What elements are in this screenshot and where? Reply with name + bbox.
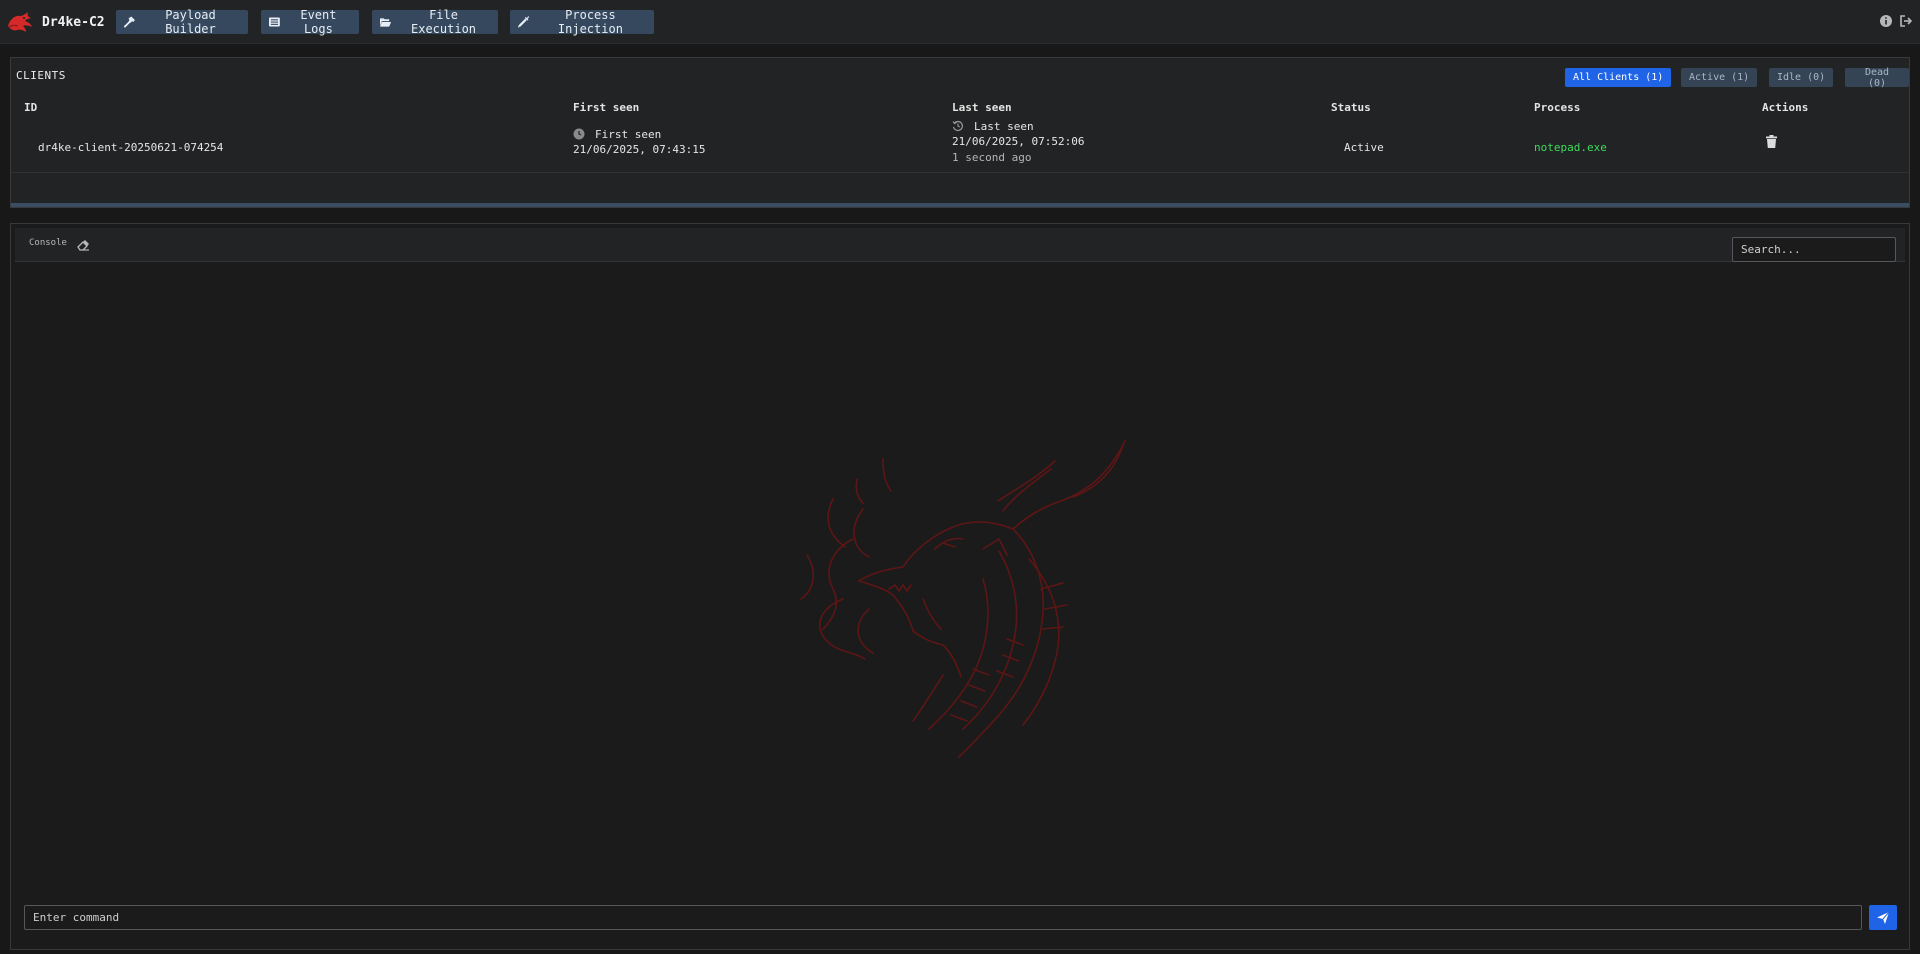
- payload-builder-button[interactable]: Payload Builder: [116, 8, 248, 36]
- send-icon: [1877, 911, 1890, 924]
- clients-panel: CLIENTS All Clients (1) Active (1) Idle …: [10, 57, 1910, 208]
- top-navbar: Dr4ke-C2 Payload Builder Event Logs File…: [0, 0, 1920, 44]
- eraser-icon[interactable]: [77, 239, 89, 251]
- console-search-input[interactable]: [1732, 237, 1896, 262]
- last-seen-label: Last seen: [974, 120, 1034, 133]
- logout-icon[interactable]: [1899, 14, 1913, 28]
- clients-title: CLIENTS: [16, 69, 66, 82]
- file-execution-label: File Execution: [411, 8, 477, 36]
- syringe-icon: [518, 16, 529, 28]
- event-logs-button[interactable]: Event Logs: [261, 8, 359, 36]
- column-header-status[interactable]: Status: [1331, 101, 1371, 114]
- column-header-last-seen[interactable]: Last seen: [952, 101, 1012, 114]
- history-icon: [952, 120, 963, 131]
- column-header-process[interactable]: Process: [1534, 101, 1580, 114]
- filter-active-button[interactable]: Active (1): [1681, 68, 1758, 87]
- console-panel: Console: [10, 223, 1910, 950]
- dragon-watermark-icon: [800, 440, 1126, 758]
- app-title: Dr4ke-C2: [42, 14, 105, 30]
- console-header: Console: [15, 228, 1905, 262]
- column-header-first-seen[interactable]: First seen: [573, 101, 639, 114]
- table-row[interactable]: dr4ke-client-20250621-074254 First seen …: [11, 120, 1909, 173]
- info-icon[interactable]: [1879, 14, 1893, 28]
- status-badge: Active: [1344, 141, 1384, 154]
- filter-dead-button[interactable]: Dead (0): [1845, 67, 1909, 89]
- client-id: dr4ke-client-20250621-074254: [38, 141, 224, 154]
- clock-icon: [573, 128, 585, 140]
- command-input[interactable]: [24, 905, 1862, 930]
- tab-console[interactable]: Console: [29, 238, 67, 248]
- trash-icon[interactable]: [1766, 135, 1777, 148]
- event-logs-label: Event Logs: [300, 8, 337, 36]
- hammer-icon: [124, 16, 135, 28]
- first-seen-label: First seen: [595, 128, 662, 141]
- dragon-logo-icon: [8, 12, 32, 32]
- last-seen-value: 21/06/2025, 07:52:06: [952, 135, 1085, 148]
- first-seen-value: 21/06/2025, 07:43:15: [573, 143, 706, 156]
- send-command-button[interactable]: [1869, 905, 1897, 930]
- list-icon: [269, 17, 280, 27]
- filter-idle-button[interactable]: Idle (0): [1769, 68, 1834, 87]
- process-injection-button[interactable]: Process Injection: [510, 8, 654, 36]
- folder-open-icon: [380, 18, 392, 27]
- file-execution-button[interactable]: File Execution: [372, 8, 498, 36]
- brand[interactable]: Dr4ke-C2: [6, 10, 105, 34]
- column-header-actions: Actions: [1762, 101, 1809, 114]
- process-name: notepad.exe: [1534, 141, 1607, 154]
- filter-all-clients-button[interactable]: All Clients (1): [1565, 68, 1672, 87]
- last-seen-relative: 1 second ago: [952, 151, 1032, 164]
- resize-bar[interactable]: [11, 203, 1909, 207]
- column-header-id[interactable]: ID: [24, 101, 37, 114]
- process-injection-label: Process Injection: [557, 8, 623, 36]
- console-output: [15, 264, 1905, 894]
- payload-builder-label: Payload Builder: [165, 8, 216, 36]
